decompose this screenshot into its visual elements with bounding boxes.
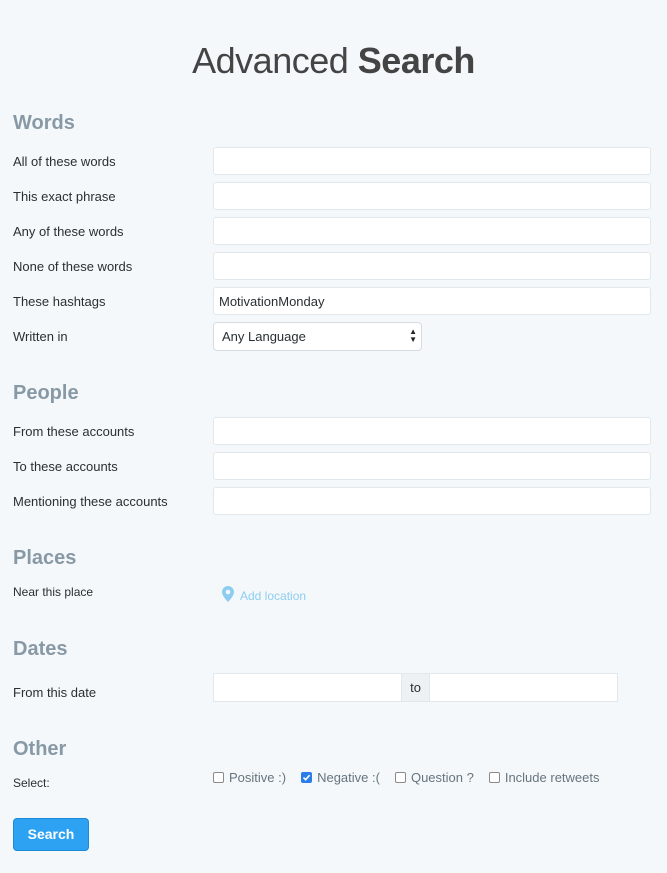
attitude-options: Positive :) Negative :( Question ? Inclu… xyxy=(213,770,615,785)
page-title: Advanced Search xyxy=(0,40,667,82)
label-hashtags: These hashtags xyxy=(13,294,106,309)
section-heading-dates: Dates xyxy=(13,638,68,660)
negative-label: Negative :( xyxy=(317,770,380,785)
exact-phrase-input[interactable] xyxy=(213,182,651,210)
any-words-input[interactable] xyxy=(213,217,651,245)
all-words-input[interactable] xyxy=(213,147,651,175)
none-words-input[interactable] xyxy=(213,252,651,280)
hashtags-input[interactable] xyxy=(213,287,651,315)
option-include-retweets[interactable]: Include retweets xyxy=(488,770,600,785)
title-light: Advanced xyxy=(192,40,349,81)
add-location-label: Add location xyxy=(240,588,307,603)
section-heading-other: Other xyxy=(13,738,67,760)
search-button[interactable]: Search xyxy=(13,818,89,851)
language-select[interactable]: Any Language ▲ ▼ xyxy=(213,322,422,351)
label-none-words: None of these words xyxy=(13,259,133,274)
label-near-place: Near this place xyxy=(13,585,94,599)
language-select-value: Any Language xyxy=(222,329,306,344)
option-question[interactable]: Question ? xyxy=(394,770,474,785)
to-accounts-input[interactable] xyxy=(213,452,651,480)
title-bold: Search xyxy=(357,40,476,81)
until-date-input[interactable] xyxy=(430,674,617,701)
label-mentioning-accounts: Mentioning these accounts xyxy=(13,494,168,509)
label-from-date: From this date xyxy=(13,685,97,700)
mentioning-accounts-input[interactable] xyxy=(213,487,651,515)
location-pin-icon xyxy=(222,586,234,605)
negative-checkbox[interactable] xyxy=(301,772,313,783)
label-all-words: All of these words xyxy=(13,154,116,169)
positive-label: Positive :) xyxy=(229,770,287,785)
label-from-accounts: From these accounts xyxy=(13,424,135,439)
from-accounts-input[interactable] xyxy=(213,417,651,445)
add-location-link[interactable]: Add location xyxy=(222,586,306,605)
label-exact-phrase: This exact phrase xyxy=(13,189,116,204)
option-negative[interactable]: Negative :( xyxy=(301,770,380,785)
section-heading-words: Words xyxy=(13,112,75,134)
label-any-words: Any of these words xyxy=(13,224,124,239)
section-heading-people: People xyxy=(13,382,79,404)
since-date-input[interactable] xyxy=(214,674,401,701)
date-range: to xyxy=(213,673,618,702)
label-to-accounts: To these accounts xyxy=(13,459,118,474)
question-checkbox[interactable] xyxy=(394,772,406,783)
label-written-in: Written in xyxy=(13,329,68,344)
label-select: Select: xyxy=(13,776,50,790)
include-retweets-label: Include retweets xyxy=(504,770,600,785)
section-heading-places: Places xyxy=(13,547,77,569)
positive-checkbox[interactable] xyxy=(213,772,224,783)
include-retweets-checkbox[interactable] xyxy=(488,772,500,783)
question-label: Question ? xyxy=(410,770,474,785)
option-positive[interactable]: Positive :) xyxy=(213,770,286,785)
date-separator: to xyxy=(401,674,430,701)
select-arrows-icon: ▲ ▼ xyxy=(409,327,417,344)
